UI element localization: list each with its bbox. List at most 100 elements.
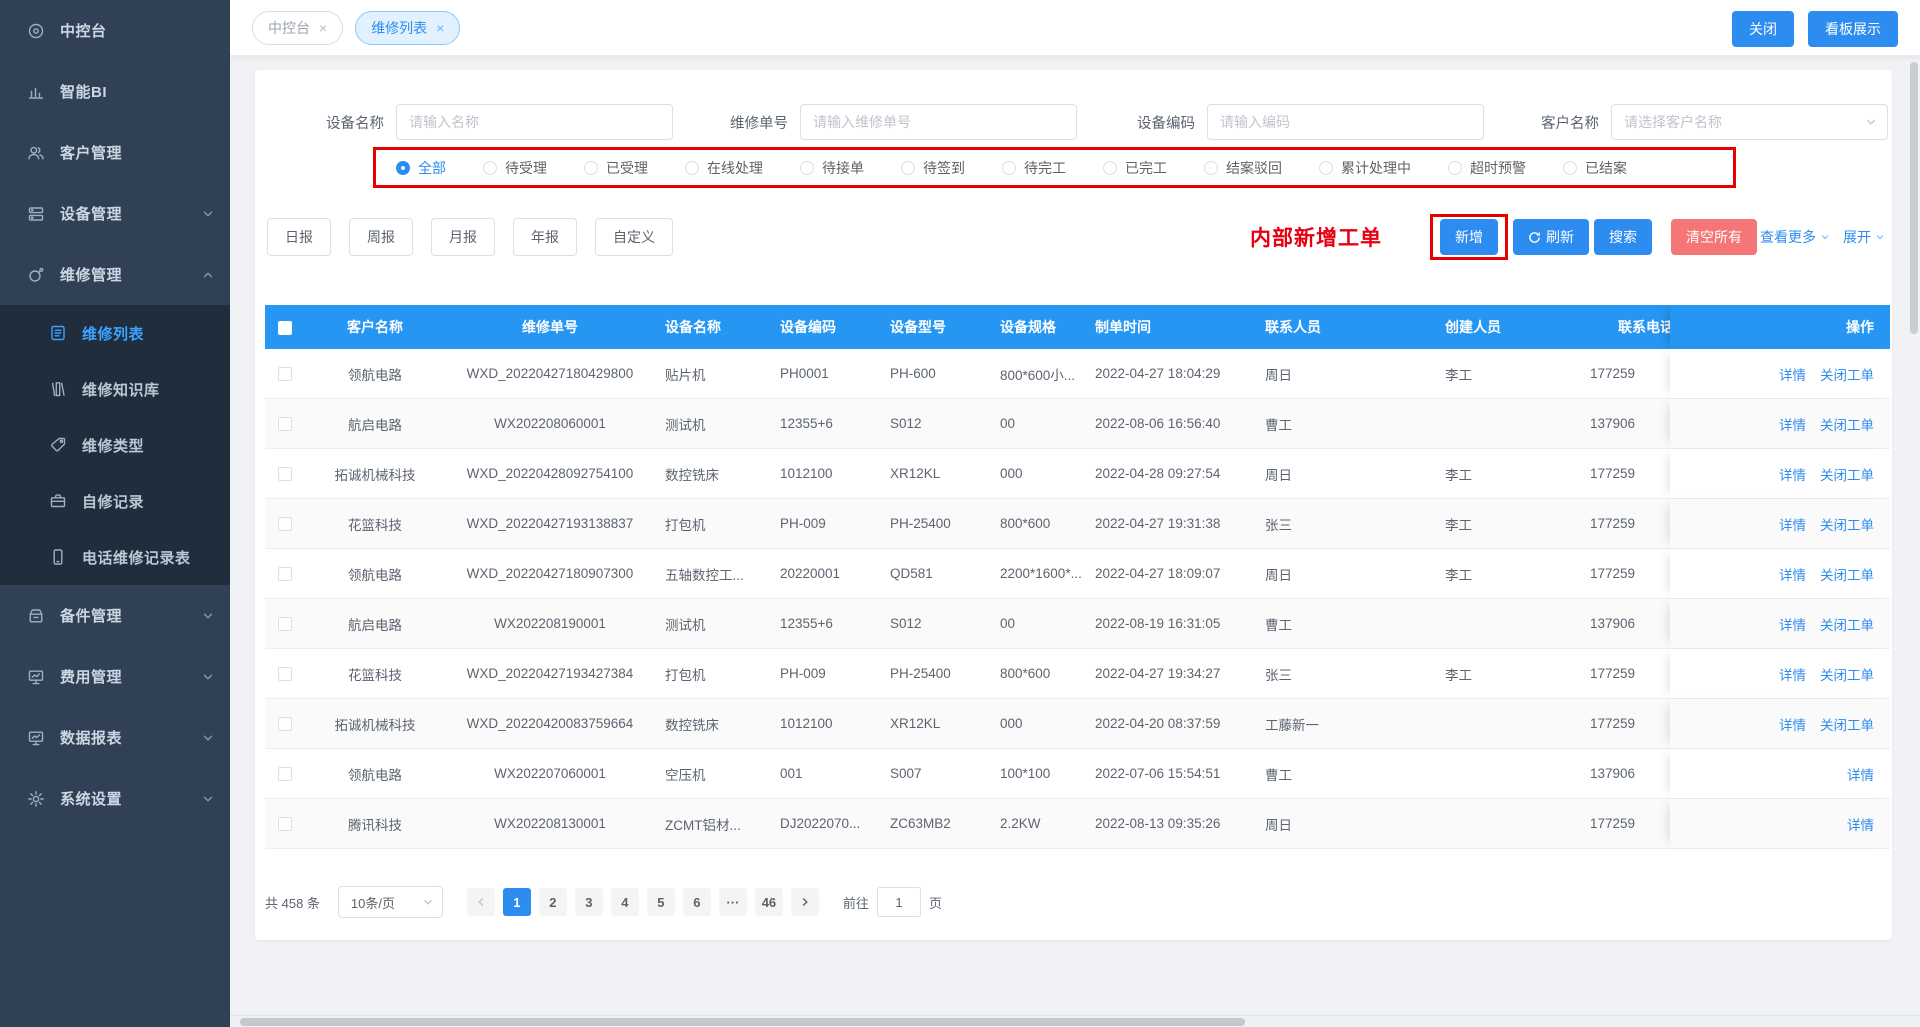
close-order-link[interactable]: 关闭工单 — [1820, 664, 1874, 684]
device-name-input[interactable] — [396, 104, 673, 140]
pager-ellipsis[interactable]: ··· — [719, 888, 747, 916]
sidebar-item-repair-management[interactable]: 维修管理 — [0, 244, 230, 305]
detail-link[interactable]: 详情 — [1779, 564, 1806, 584]
detail-link[interactable]: 详情 — [1779, 664, 1806, 684]
detail-link[interactable]: 详情 — [1779, 364, 1806, 384]
table-row: 航启电路WX202208190001测试机12355+6S012002022-0… — [265, 599, 1890, 649]
close-order-link[interactable]: 关闭工单 — [1820, 614, 1874, 634]
status-radio-7[interactable]: 已完工 — [1103, 158, 1167, 178]
pager-page-6[interactable]: 6 — [683, 888, 711, 916]
status-radio-6[interactable]: 待完工 — [1002, 158, 1066, 178]
cell-order-no: WXD_20220427180429800 — [445, 366, 655, 381]
search-button[interactable]: 搜索 — [1594, 219, 1652, 255]
detail-link[interactable]: 详情 — [1779, 464, 1806, 484]
row-checkbox[interactable] — [278, 767, 292, 781]
cell-checkbox — [265, 716, 305, 731]
status-radio-5[interactable]: 待签到 — [901, 158, 965, 178]
sidebar-item-spare-parts-management[interactable]: 备件管理 — [0, 585, 230, 646]
report-button-3[interactable]: 年报 — [513, 218, 577, 256]
refresh-button[interactable]: 刷新 — [1513, 219, 1589, 255]
goto-page-input[interactable] — [877, 887, 921, 917]
status-radio-8[interactable]: 结案驳回 — [1204, 158, 1282, 178]
view-more-link[interactable]: 查看更多 — [1760, 227, 1830, 247]
sidebar-subitem-phone-repair-record[interactable]: 电话维修记录表 — [0, 529, 230, 585]
report-button-1[interactable]: 周报 — [349, 218, 413, 256]
close-order-link[interactable]: 关闭工单 — [1820, 514, 1874, 534]
expand-link[interactable]: 展开 — [1843, 227, 1885, 247]
sidebar-item-console[interactable]: 中控台 — [0, 0, 230, 61]
sidebar-subitem-repair-type[interactable]: 维修类型 — [0, 417, 230, 473]
order-no-input[interactable] — [800, 104, 1077, 140]
report-button-4[interactable]: 自定义 — [595, 218, 673, 256]
pager-page-4[interactable]: 4 — [611, 888, 639, 916]
row-checkbox[interactable] — [278, 617, 292, 631]
status-radio-11[interactable]: 已结案 — [1563, 158, 1627, 178]
detail-link[interactable]: 详情 — [1847, 764, 1874, 784]
page-size-select[interactable]: 10条/页 — [338, 886, 443, 918]
close-order-link[interactable]: 关闭工单 — [1820, 564, 1874, 584]
sidebar-subitem-repair-knowledge-base[interactable]: 维修知识库 — [0, 361, 230, 417]
cell-creator: 李工 — [1435, 564, 1580, 584]
sidebar-subitem-self-repair-record[interactable]: 自修记录 — [0, 473, 230, 529]
row-checkbox[interactable] — [278, 567, 292, 581]
tab-console[interactable]: 中控台× — [252, 11, 343, 45]
board-display-button[interactable]: 看板展示 — [1808, 11, 1898, 47]
tab-repair-list[interactable]: 维修列表 × — [355, 11, 460, 45]
cell-creator: 李工 — [1435, 464, 1580, 484]
device-code-input[interactable] — [1207, 104, 1484, 140]
row-checkbox[interactable] — [278, 467, 292, 481]
status-radio-2[interactable]: 已受理 — [584, 158, 648, 178]
row-checkbox[interactable] — [278, 367, 292, 381]
detail-link[interactable]: 详情 — [1847, 814, 1874, 834]
pager-page-46[interactable]: 46 — [755, 888, 783, 916]
next-page-button[interactable] — [791, 888, 819, 916]
pager-page-3[interactable]: 3 — [575, 888, 603, 916]
pager-page-1[interactable]: 1 — [503, 888, 531, 916]
status-radio-0[interactable]: 全部 — [396, 158, 446, 178]
status-radio-10[interactable]: 超时预警 — [1448, 158, 1526, 178]
row-checkbox[interactable] — [278, 817, 292, 831]
detail-link[interactable]: 详情 — [1779, 514, 1806, 534]
sidebar-item-expense-management[interactable]: 费用管理 — [0, 646, 230, 707]
close-icon[interactable]: × — [319, 21, 327, 35]
clear-all-button[interactable]: 清空所有 — [1671, 219, 1757, 255]
pager-page-5[interactable]: 5 — [647, 888, 675, 916]
horizontal-scrollbar[interactable] — [240, 1018, 1245, 1026]
row-checkbox[interactable] — [278, 417, 292, 431]
report-button-0[interactable]: 日报 — [267, 218, 331, 256]
detail-link[interactable]: 详情 — [1779, 714, 1806, 734]
status-radio-1[interactable]: 待受理 — [483, 158, 547, 178]
sidebar-item-device-management[interactable]: 设备管理 — [0, 183, 230, 244]
close-button[interactable]: 关闭 — [1732, 11, 1794, 47]
customer-name-select[interactable]: 请选择客户名称 — [1611, 104, 1888, 140]
prev-page-button[interactable] — [467, 888, 495, 916]
row-checkbox[interactable] — [278, 717, 292, 731]
select-all-checkbox[interactable] — [278, 321, 292, 335]
row-checkbox[interactable] — [278, 667, 292, 681]
add-button[interactable]: 新增 — [1440, 219, 1498, 255]
annotation-text: 内部新增工单 — [1250, 222, 1382, 252]
refresh-icon — [1528, 231, 1541, 244]
sidebar-subitem-repair-list[interactable]: 维修列表 — [0, 305, 230, 361]
sidebar-item-smart-bi[interactable]: 智能BI — [0, 61, 230, 122]
close-order-link[interactable]: 关闭工单 — [1820, 364, 1874, 384]
sidebar-item-system-settings[interactable]: 系统设置 — [0, 768, 230, 829]
sidebar-item-data-report[interactable]: 数据报表 — [0, 707, 230, 768]
status-radio-4[interactable]: 待接单 — [800, 158, 864, 178]
row-checkbox[interactable] — [278, 517, 292, 531]
vertical-scrollbar[interactable] — [1910, 62, 1918, 334]
detail-link[interactable]: 详情 — [1779, 614, 1806, 634]
status-radio-9[interactable]: 累计处理中 — [1319, 158, 1411, 178]
close-order-link[interactable]: 关闭工单 — [1820, 464, 1874, 484]
cell-create-time: 2022-08-19 16:31:05 — [1085, 616, 1255, 631]
close-order-link[interactable]: 关闭工单 — [1820, 414, 1874, 434]
report-button-2[interactable]: 月报 — [431, 218, 495, 256]
devices-icon — [26, 204, 46, 224]
detail-link[interactable]: 详情 — [1779, 414, 1806, 434]
close-icon[interactable]: × — [436, 21, 444, 35]
tab-label: 维修列表 — [371, 18, 427, 38]
status-radio-3[interactable]: 在线处理 — [685, 158, 763, 178]
close-order-link[interactable]: 关闭工单 — [1820, 714, 1874, 734]
pager-page-2[interactable]: 2 — [539, 888, 567, 916]
sidebar-item-customer-management[interactable]: 客户管理 — [0, 122, 230, 183]
